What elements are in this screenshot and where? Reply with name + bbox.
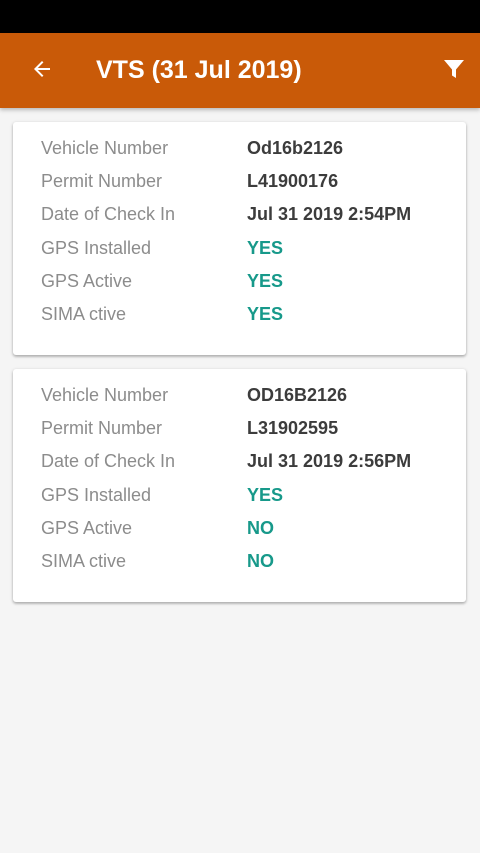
gps-installed-row: GPS Installed YES: [41, 235, 451, 261]
gps-active-value: YES: [247, 271, 284, 291]
check-in-date-label: Date of Check In: [41, 451, 176, 471]
gps-installed-label: GPS Installed: [41, 485, 152, 505]
sim-active-value: NO: [247, 551, 274, 571]
check-in-date-value: Jul 31 2019 2:56PM: [247, 451, 412, 471]
gps-installed-value: YES: [247, 238, 284, 258]
filter-icon: [443, 58, 465, 85]
sim-active-label: SIMA ctive: [41, 551, 127, 571]
filter-button[interactable]: [432, 49, 476, 93]
gps-active-row: GPS Active YES: [41, 268, 451, 294]
permit-number-value: L41900176: [247, 171, 339, 191]
sim-active-row: SIMA ctive YES: [41, 301, 451, 327]
permit-number-value: L31902595: [247, 418, 339, 438]
check-in-date-value: Jul 31 2019 2:54PM: [247, 204, 412, 224]
gps-active-value: NO: [247, 518, 274, 538]
gps-installed-label: GPS Installed: [41, 238, 152, 258]
gps-active-label: GPS Active: [41, 271, 133, 291]
vehicle-number-row: Vehicle Number Od16b2126: [41, 135, 451, 161]
permit-number-label: Permit Number: [41, 171, 163, 191]
check-in-date-label: Date of Check In: [41, 204, 176, 224]
vehicle-record-card[interactable]: Vehicle Number Od16b2126 Permit Number L…: [13, 122, 466, 355]
vehicle-number-label: Vehicle Number: [41, 138, 169, 158]
permit-number-row: Permit Number L41900176: [41, 168, 451, 194]
permit-number-label: Permit Number: [41, 418, 163, 438]
status-bar: [0, 0, 480, 33]
check-in-date-row: Date of Check In Jul 31 2019 2:54PM: [41, 201, 451, 227]
vehicle-number-value: OD16B2126: [247, 385, 348, 405]
sim-active-label: SIMA ctive: [41, 304, 127, 324]
back-button[interactable]: [20, 49, 64, 93]
vehicle-record-card[interactable]: Vehicle Number OD16B2126 Permit Number L…: [13, 369, 466, 602]
app-bar: VTS (31 Jul 2019): [0, 33, 480, 108]
page-title: VTS (31 Jul 2019): [96, 56, 302, 84]
sim-active-row: SIMA ctive NO: [41, 548, 451, 574]
gps-active-row: GPS Active NO: [41, 515, 451, 541]
gps-active-label: GPS Active: [41, 518, 133, 538]
gps-installed-value: YES: [247, 485, 284, 505]
permit-number-row: Permit Number L31902595: [41, 415, 451, 441]
vehicle-number-label: Vehicle Number: [41, 385, 169, 405]
vehicle-number-value: Od16b2126: [247, 138, 344, 158]
sim-active-value: YES: [247, 304, 284, 324]
check-in-date-row: Date of Check In Jul 31 2019 2:56PM: [41, 448, 451, 474]
vehicle-number-row: Vehicle Number OD16B2126: [41, 382, 451, 408]
gps-installed-row: GPS Installed YES: [41, 482, 451, 508]
arrow-left-icon: [30, 57, 54, 86]
